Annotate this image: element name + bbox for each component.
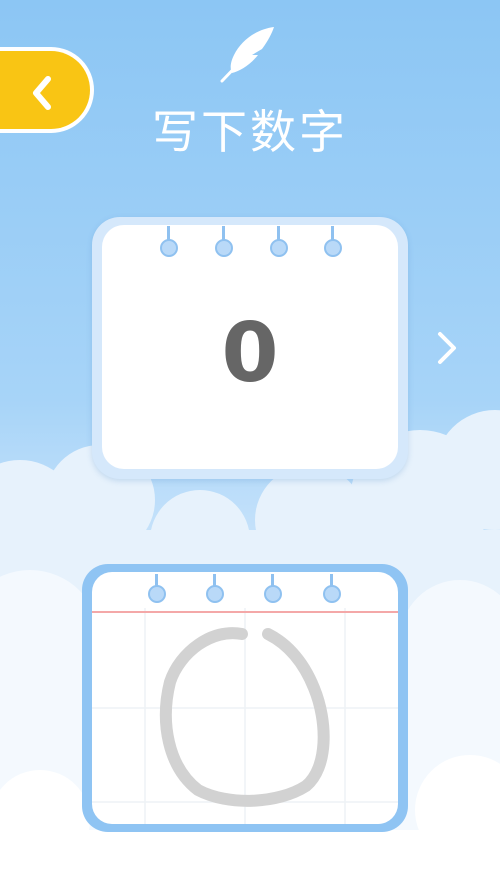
- chevron-right-icon: [438, 332, 456, 364]
- binder-ring: [148, 585, 166, 603]
- binder-ring: [160, 239, 178, 257]
- writing-pad[interactable]: [92, 572, 398, 824]
- drawing-canvas[interactable]: [92, 572, 398, 824]
- page-title: 写下数字: [152, 105, 348, 159]
- ring-stem: [222, 226, 225, 240]
- sample-digit: 0: [221, 306, 279, 401]
- grid-lines: [92, 608, 398, 824]
- binder-ring: [323, 585, 341, 603]
- feather-icon: [220, 27, 274, 83]
- binder-ring: [264, 585, 282, 603]
- next-button[interactable]: [428, 328, 468, 368]
- binder-ring: [270, 239, 288, 257]
- binder-ring: [215, 239, 233, 257]
- ring-stem: [167, 226, 170, 240]
- binder-ring: [206, 585, 224, 603]
- binder-ring: [324, 239, 342, 257]
- ring-stem: [331, 226, 334, 240]
- writing-card: [82, 564, 408, 832]
- ring-stem: [277, 226, 280, 240]
